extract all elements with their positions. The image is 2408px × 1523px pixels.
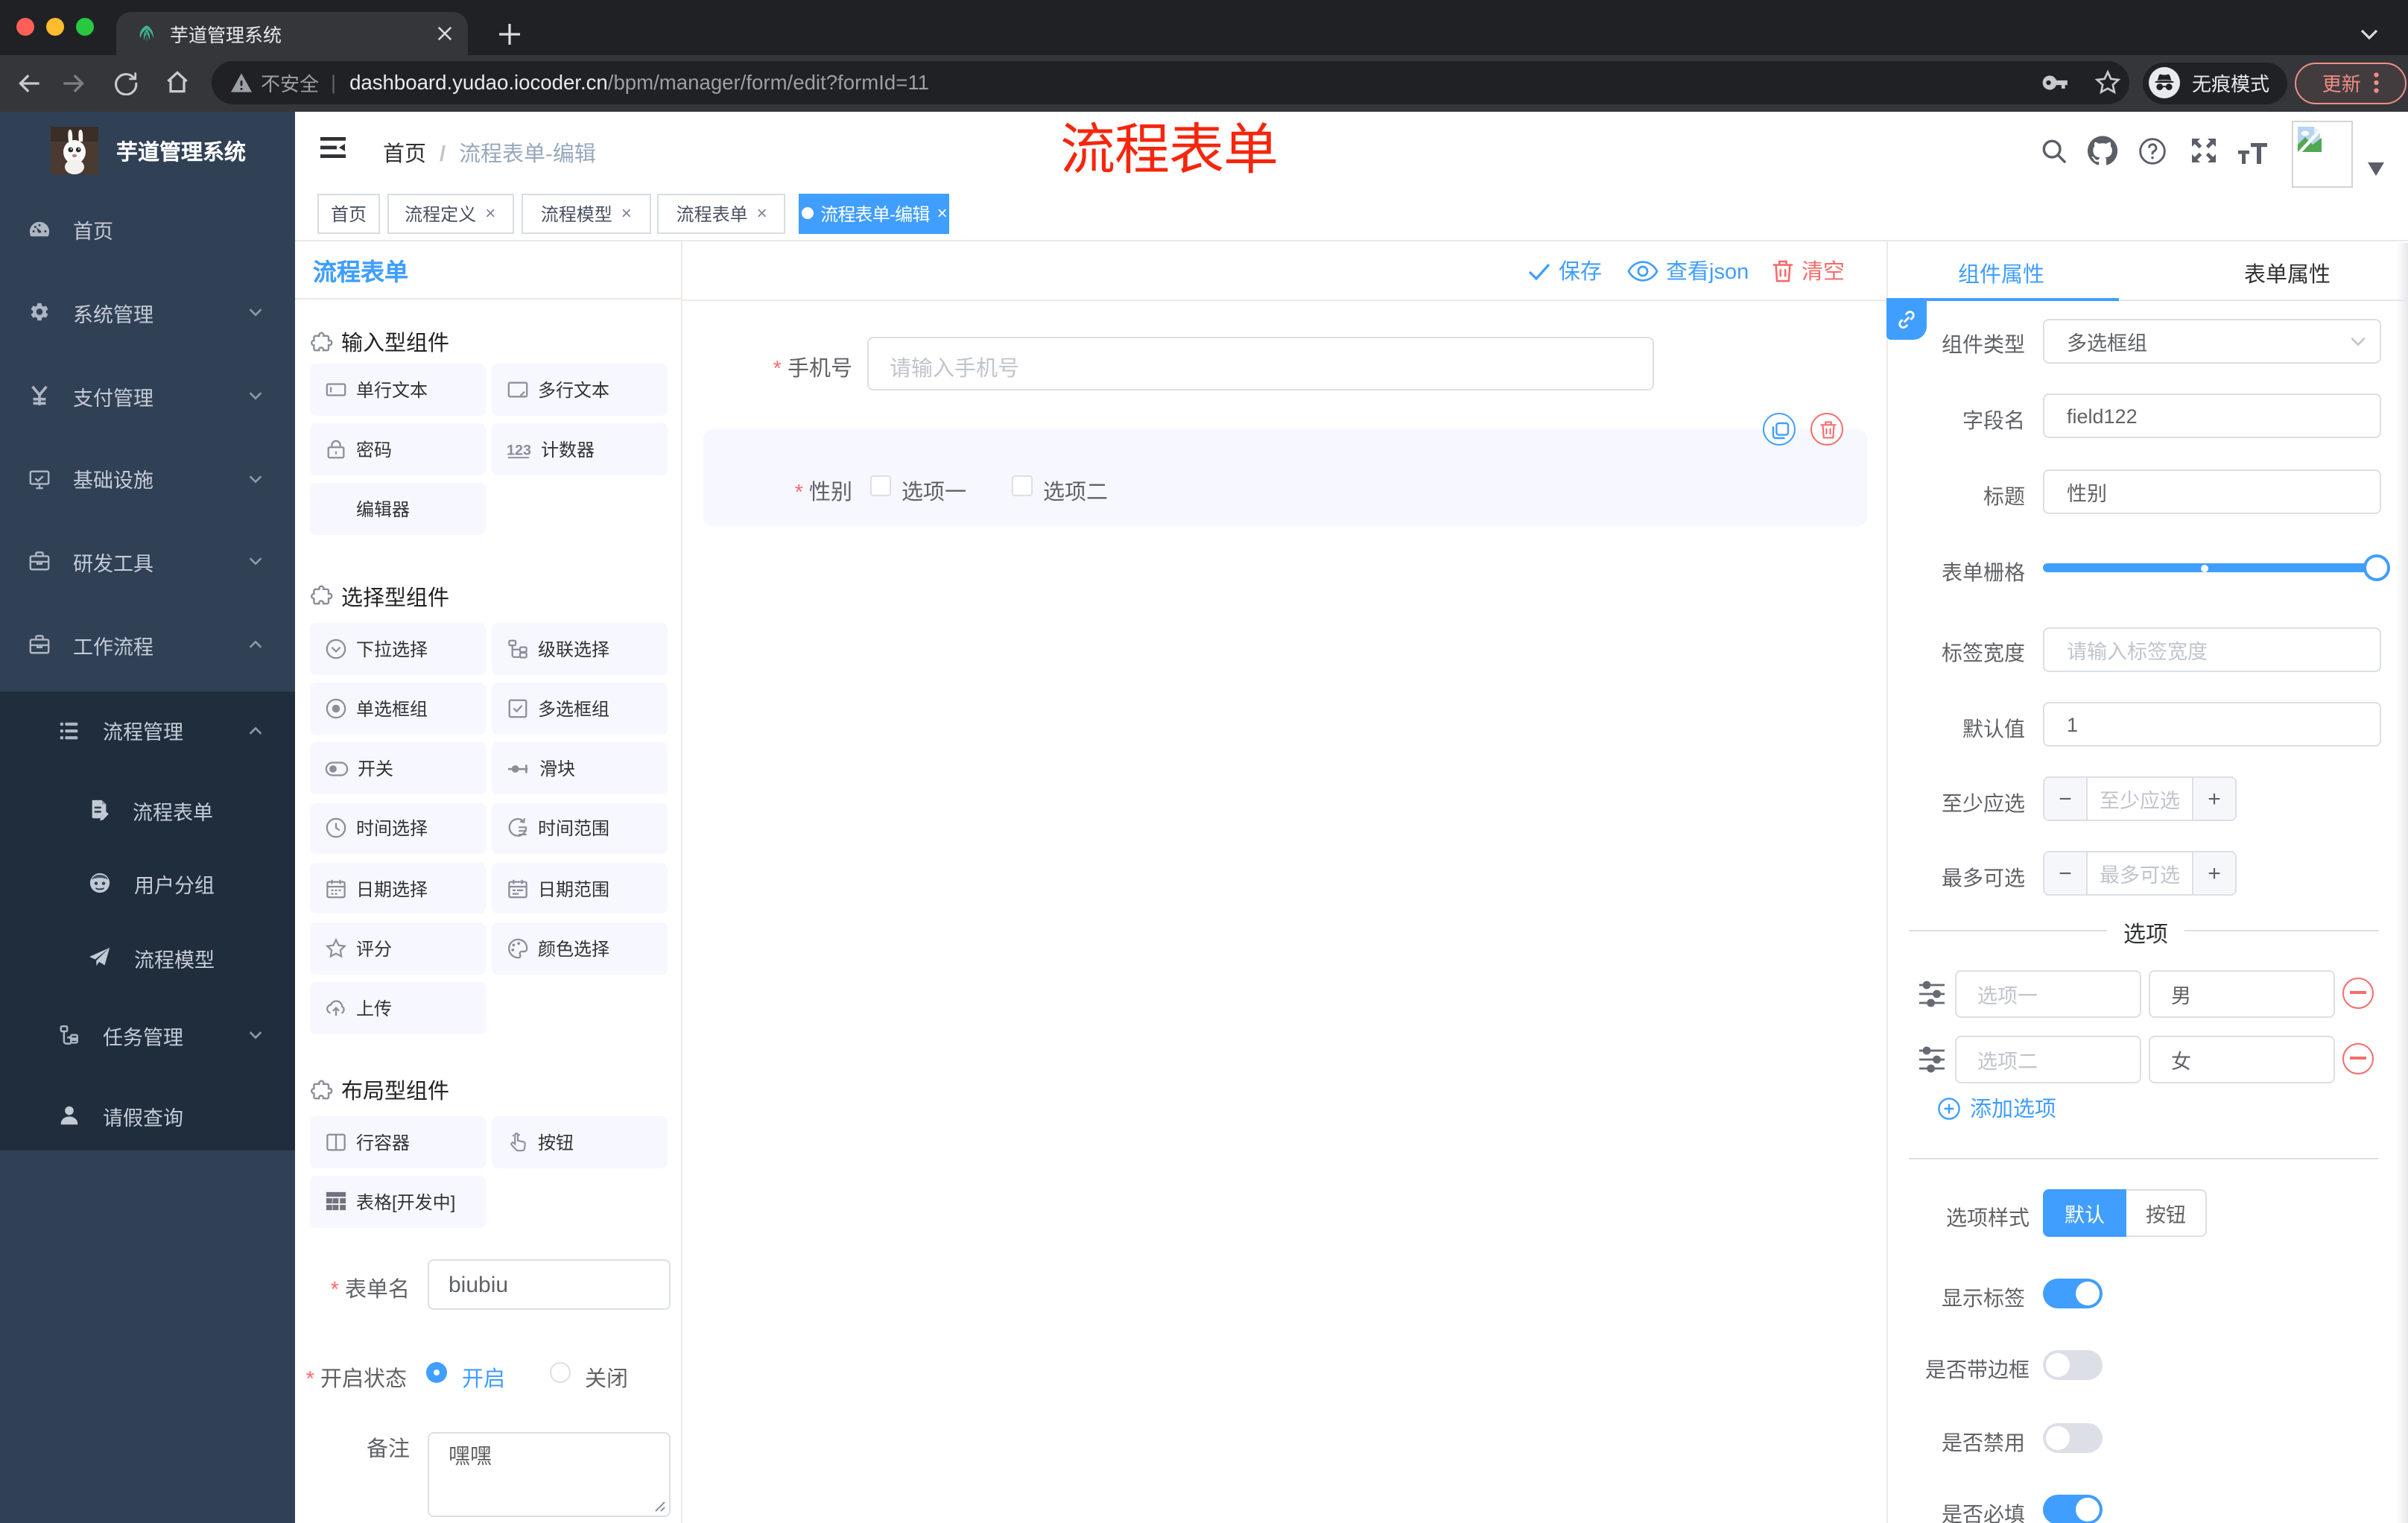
svg-text:123: 123 bbox=[507, 442, 531, 458]
